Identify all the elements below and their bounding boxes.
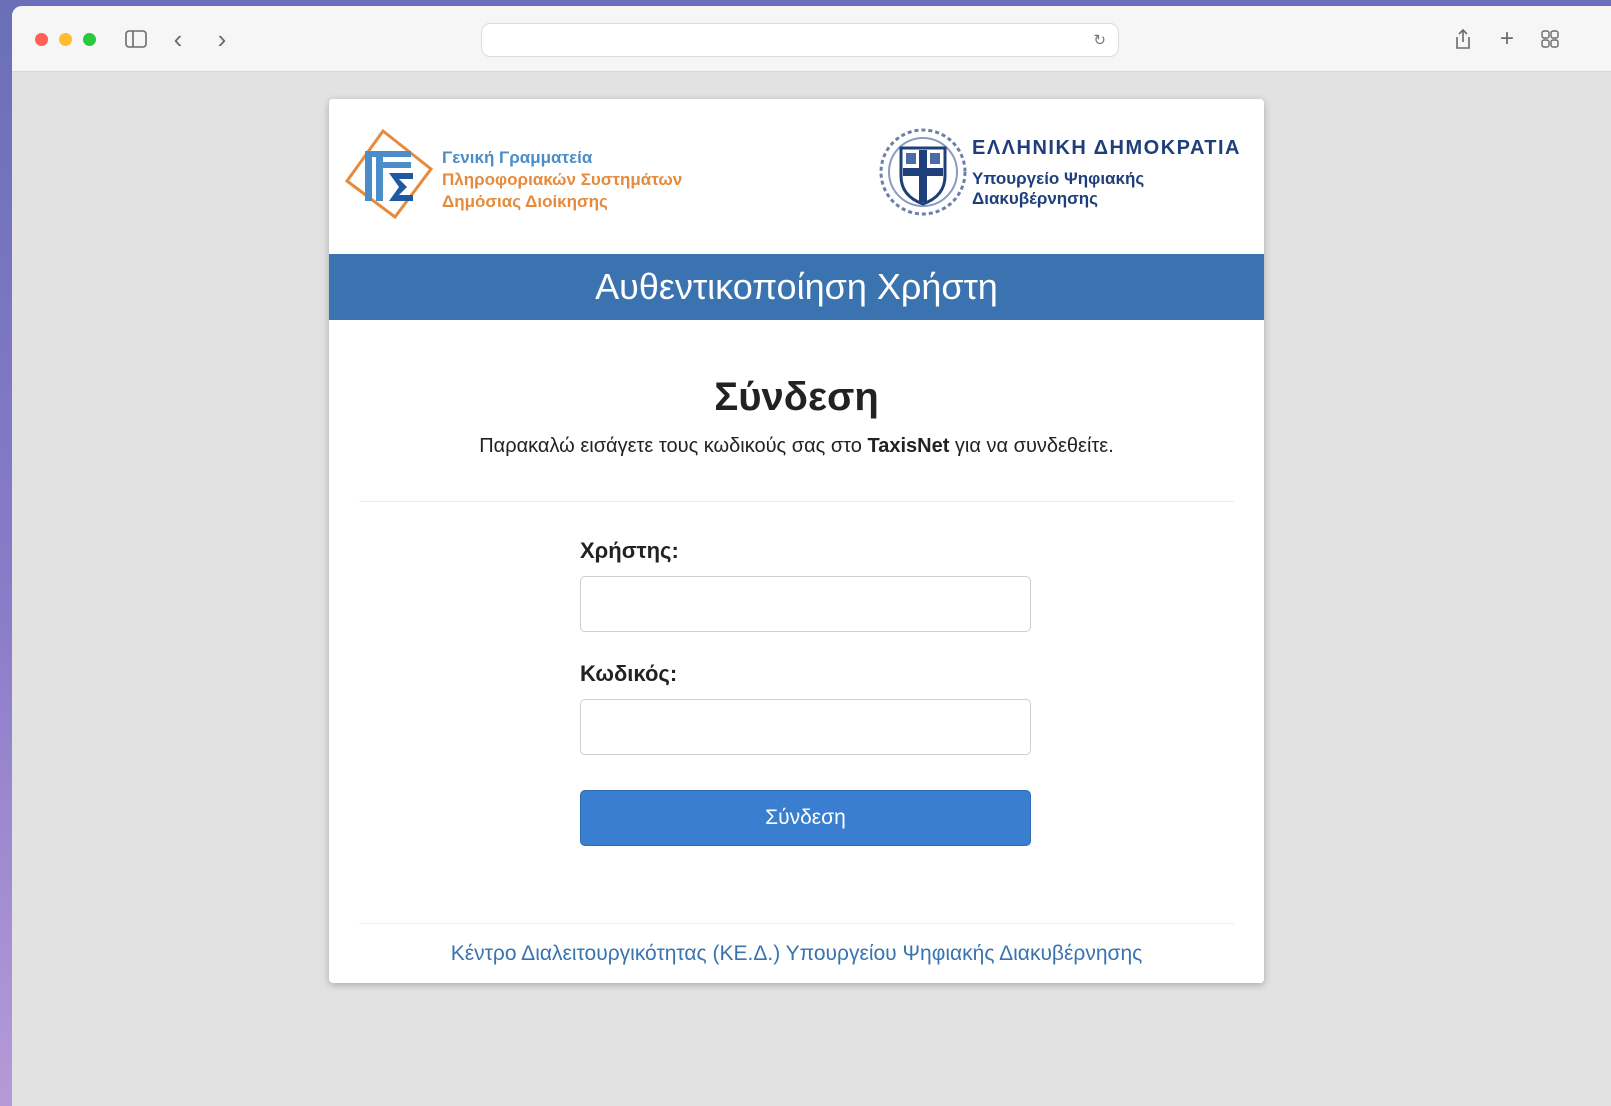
gov-name: ΕΛΛΗΝΙΚΗ ΔΗΜΟΚΡΑΤΙΑ Υπουργείο Ψηφιακής Δ… <box>972 137 1241 209</box>
footer-link[interactable]: Κέντρο Διαλειτουργικότητας (ΚΕ.Δ.) Υπουρ… <box>329 942 1264 966</box>
instructions-text-before: Παρακαλώ εισάγετε τους κωδικούς σας στο <box>479 435 868 457</box>
card-header: Γενική Γραμματεία Πληροφοριακών Συστημάτ… <box>329 99 1264 254</box>
sidebar-icon[interactable] <box>123 24 149 54</box>
close-window-button[interactable] <box>35 33 48 46</box>
browser-toolbar: ‹ › ↻ + <box>12 6 1611 72</box>
tab-overview-icon[interactable] <box>1538 24 1562 54</box>
instructions-bold: TaxisNet <box>867 435 950 457</box>
instructions-text-after: για να συνδεθείτε. <box>949 435 1114 457</box>
reload-icon[interactable]: ↻ <box>1093 31 1106 49</box>
username-input[interactable] <box>580 576 1031 632</box>
greek-emblem-icon <box>877 126 969 218</box>
divider <box>359 923 1234 924</box>
page-title-banner: Αυθεντικοποίηση Χρήστη <box>329 254 1264 320</box>
gsis-line-2: Πληροφοριακών Συστημάτων <box>442 170 683 189</box>
share-icon[interactable] <box>1452 24 1474 54</box>
gsis-line-3: Δημόσιας Διοίκησης <box>442 192 608 211</box>
gsis-line-1: Γενική Γραμματεία <box>442 148 593 167</box>
gsis-logo-icon <box>343 128 435 221</box>
browser-window: ‹ › ↻ + Γενική Γραμματεία Πληροφοριακών … <box>12 6 1611 1106</box>
zoom-window-button[interactable] <box>83 33 96 46</box>
address-bar[interactable]: ↻ <box>481 23 1119 57</box>
back-icon[interactable]: ‹ <box>167 24 189 54</box>
divider <box>359 501 1234 502</box>
login-instructions: Παρακαλώ εισάγετε τους κωδικούς σας στο … <box>329 435 1264 458</box>
gsis-name: Γενική Γραμματεία Πληροφοριακών Συστημάτ… <box>442 147 682 213</box>
password-label: Κωδικός: <box>580 661 678 686</box>
forward-icon[interactable]: › <box>211 24 233 54</box>
password-input[interactable] <box>580 699 1031 755</box>
login-card: Γενική Γραμματεία Πληροφοριακών Συστημάτ… <box>329 99 1264 983</box>
new-tab-icon[interactable]: + <box>1496 24 1518 54</box>
gov-line-3: Διακυβέρνησης <box>972 189 1099 208</box>
login-button[interactable]: Σύνδεση <box>580 790 1031 846</box>
gov-line-2: Υπουργείο Ψηφιακής <box>972 169 1145 188</box>
login-heading: Σύνδεση <box>714 375 879 419</box>
username-label: Χρήστης: <box>580 538 679 563</box>
minimize-window-button[interactable] <box>59 33 72 46</box>
gov-line-1: ΕΛΛΗΝΙΚΗ ΔΗΜΟΚΡΑΤΙΑ <box>972 137 1241 159</box>
